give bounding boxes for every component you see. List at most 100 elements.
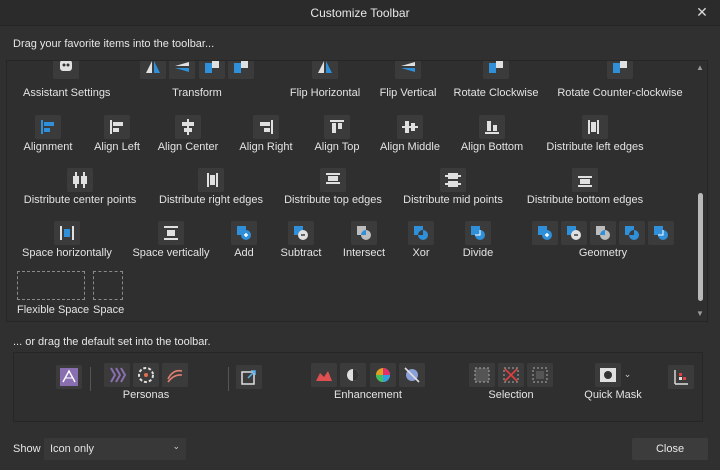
item-rotate-clockwise[interactable]: Rotate Clockwise bbox=[453, 61, 539, 99]
flip-horizontal-icon bbox=[140, 61, 167, 79]
add-icon bbox=[231, 221, 257, 245]
item-distribute-right-edges[interactable]: Distribute right edges bbox=[155, 168, 267, 206]
align-bottom-icon bbox=[479, 115, 505, 139]
distribute-center-points-icon bbox=[67, 168, 93, 192]
item-align-right[interactable]: Align Right bbox=[235, 115, 297, 153]
assistant-icon bbox=[53, 61, 79, 79]
scrollbar-thumb[interactable] bbox=[698, 193, 703, 301]
align-middle-icon bbox=[397, 115, 423, 139]
levels-icon bbox=[311, 363, 338, 387]
separator bbox=[228, 367, 229, 391]
selective-color-icon bbox=[398, 363, 425, 387]
flexible-space-placeholder bbox=[17, 271, 85, 300]
title-bar: Customize Toolbar ✕ bbox=[0, 0, 720, 26]
item-distribute-left-edges[interactable]: Distribute left edges bbox=[543, 115, 647, 153]
flip-vertical-icon bbox=[395, 61, 421, 79]
invert-selection-icon bbox=[527, 363, 554, 387]
scroll-up-icon[interactable]: ▲ bbox=[695, 63, 705, 73]
brightness-icon bbox=[340, 363, 367, 387]
item-assistant-settings[interactable]: Assistant Settings bbox=[23, 61, 110, 99]
quick-mask-icon bbox=[594, 363, 621, 387]
develop-persona-icon bbox=[133, 363, 159, 387]
xor-icon bbox=[408, 221, 434, 245]
align-top-icon bbox=[324, 115, 350, 139]
separator bbox=[90, 367, 91, 391]
distribute-left-edges-icon bbox=[582, 115, 608, 139]
rotate-counter-clockwise-icon bbox=[607, 61, 633, 79]
space-vertically-icon bbox=[158, 221, 184, 245]
space-horizontally-icon bbox=[54, 221, 80, 245]
item-rotate-counter-clockwise[interactable]: Rotate Counter-clockwise bbox=[555, 61, 685, 99]
item-distribute-center-points[interactable]: Distribute center points bbox=[21, 168, 139, 206]
export-persona-icon bbox=[236, 365, 262, 389]
bottom-heading: ... or drag the default set into the too… bbox=[13, 336, 211, 348]
snapping-icon bbox=[668, 365, 694, 389]
distribute-top-edges-icon bbox=[320, 168, 346, 192]
flip-horizontal-icon bbox=[312, 61, 338, 79]
item-align-middle[interactable]: Align Middle bbox=[375, 115, 445, 153]
items-pane: Assistant Settings Transform Flip Horizo… bbox=[6, 60, 708, 322]
item-geometry[interactable]: Geometry bbox=[517, 221, 689, 259]
subtract-icon bbox=[560, 221, 587, 245]
distribute-mid-points-icon bbox=[440, 168, 466, 192]
chevron-down-icon[interactable]: ⌄ bbox=[624, 369, 632, 379]
liquify-persona-icon bbox=[103, 363, 130, 387]
rotate-clockwise-icon bbox=[483, 61, 509, 79]
alignment-icon bbox=[35, 115, 61, 139]
color-wheel-icon bbox=[369, 363, 396, 387]
align-center-icon bbox=[175, 115, 201, 139]
items-scrollbar[interactable]: ▲ ▼ bbox=[695, 63, 705, 319]
close-icon[interactable]: ✕ bbox=[694, 4, 710, 20]
item-space-vertically[interactable]: Space vertically bbox=[131, 221, 211, 259]
item-space[interactable]: Space bbox=[93, 271, 124, 316]
item-xor[interactable]: Xor bbox=[407, 221, 435, 259]
show-select[interactable]: Icon only ⌄ bbox=[44, 438, 186, 460]
item-intersect[interactable]: Intersect bbox=[341, 221, 387, 259]
item-space-horizontally[interactable]: Space horizontally bbox=[21, 221, 113, 259]
selection-group: Selection bbox=[458, 363, 564, 401]
align-left-icon bbox=[104, 115, 130, 139]
flip-vertical-icon bbox=[169, 61, 196, 79]
xor-icon bbox=[619, 221, 646, 245]
distribute-bottom-edges-icon bbox=[572, 168, 598, 192]
subtract-icon bbox=[288, 221, 314, 245]
item-alignment[interactable]: Alignment bbox=[21, 115, 75, 153]
item-align-bottom[interactable]: Align Bottom bbox=[457, 115, 527, 153]
show-label: Show bbox=[13, 443, 41, 455]
tone-mapping-persona-icon bbox=[162, 363, 189, 387]
divide-icon bbox=[465, 221, 491, 245]
intersect-icon bbox=[351, 221, 377, 245]
window-title: Customize Toolbar bbox=[310, 6, 410, 20]
item-align-left[interactable]: Align Left bbox=[91, 115, 143, 153]
item-flip-vertical[interactable]: Flip Vertical bbox=[377, 61, 439, 99]
rotate-counter-clockwise-icon bbox=[227, 61, 254, 79]
enhancement-group: Enhancement bbox=[296, 363, 440, 401]
item-distribute-bottom-edges[interactable]: Distribute bottom edges bbox=[523, 168, 647, 206]
top-heading: Drag your favorite items into the toolba… bbox=[13, 38, 215, 50]
item-divide[interactable]: Divide bbox=[461, 221, 495, 259]
item-subtract[interactable]: Subtract bbox=[279, 221, 323, 259]
item-align-top[interactable]: Align Top bbox=[309, 115, 365, 153]
close-button[interactable]: Close bbox=[632, 438, 708, 460]
item-flip-horizontal[interactable]: Flip Horizontal bbox=[287, 61, 363, 99]
add-icon bbox=[531, 221, 558, 245]
item-distribute-mid-points[interactable]: Distribute mid points bbox=[401, 168, 505, 206]
deselect-icon bbox=[498, 363, 524, 387]
align-right-icon bbox=[253, 115, 279, 139]
photo-persona-icon bbox=[56, 365, 82, 389]
space-placeholder bbox=[93, 271, 123, 300]
footer: Show Icon only ⌄ Close bbox=[0, 432, 720, 470]
item-add[interactable]: Add bbox=[229, 221, 259, 259]
item-transform[interactable]: Transform bbox=[125, 61, 269, 99]
personas-group: Personas bbox=[96, 363, 196, 401]
chevron-down-icon: ⌄ bbox=[172, 441, 180, 451]
scroll-down-icon[interactable]: ▼ bbox=[695, 309, 705, 319]
distribute-right-edges-icon bbox=[198, 168, 224, 192]
quick-mask-group: ⌄ Quick Mask bbox=[582, 363, 644, 401]
intersect-icon bbox=[590, 221, 616, 245]
item-align-center[interactable]: Align Center bbox=[155, 115, 221, 153]
item-distribute-top-edges[interactable]: Distribute top edges bbox=[281, 168, 385, 206]
divide-icon bbox=[648, 221, 675, 245]
item-flexible-space[interactable]: Flexible Space bbox=[17, 271, 89, 316]
default-set-bar[interactable]: Personas Enhancement Selection ⌄ Quick M… bbox=[13, 352, 703, 422]
